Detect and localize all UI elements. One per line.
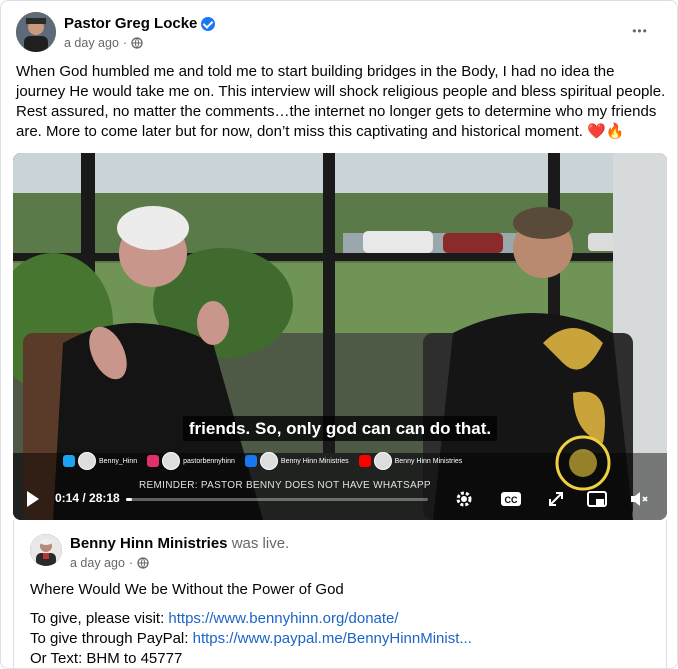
video-player[interactable]: friends. So, only god can can do that. B… [13,153,667,520]
meta-separator: · [128,556,134,570]
shared-meta: a day ago · [70,556,149,570]
avatar-thumb [162,452,181,470]
social-handle-label: Benny Hinn Ministries [280,457,349,465]
social-handle: Benny Hinn Ministries [244,452,349,470]
social-handle-label: pastorbennyhinn [183,457,235,465]
youtube-icon [358,455,371,467]
give-label: To give, please visit: [30,610,169,627]
social-handle-label: Benny_Hinn [99,457,138,465]
paypal-line: To give through PayPal: https://www.payp… [30,629,472,649]
social-handle: Benny_Hinn [63,452,137,470]
shared-timestamp[interactable]: a day ago [70,556,125,570]
meta-separator: · [122,36,128,50]
post-timestamp[interactable]: a day ago [64,36,119,50]
author-name-row: Pastor Greg Locke [64,15,216,32]
paypal-link[interactable]: https://www.paypal.me/BennyHinnMinist... [193,630,472,647]
give-line: To give, please visit: https://www.benny… [30,609,472,629]
post-meta: a day ago · [64,36,143,50]
shared-author-avatar[interactable] [30,534,62,566]
avatar-thumb [259,452,278,470]
avatar-thumb [373,452,392,470]
settings-gear-icon[interactable] [453,488,475,510]
globe-icon [131,37,143,49]
text-line: Or Text: BHM to 45777 [30,650,183,667]
shared-author-line: Benny Hinn Ministries was live. [70,535,289,552]
post-body-text: When God humbled me and told me to start… [16,63,666,140]
closed-captions-icon[interactable]: CC [500,488,522,510]
shared-live-status: was live. [231,535,290,552]
twitter-icon [63,455,75,467]
play-button[interactable] [27,491,39,507]
shared-post[interactable]: Benny Hinn Ministries was live. a day ag… [13,520,667,668]
shared-title: Where Would We be Without the Power of G… [30,581,344,598]
author-avatar[interactable] [16,12,56,52]
expand-icon[interactable] [545,488,567,510]
subtitle-text: friends. So, only god can can do that. [182,416,498,441]
globe-icon [137,557,149,569]
more-options-button[interactable]: ••• [625,16,655,46]
instagram-icon [147,455,160,467]
social-handle-label: Benny Hinn Ministries [394,457,463,465]
video-timecode: 0:14 / 28:18 [55,491,120,505]
pip-icon[interactable] [586,488,608,510]
verified-badge-icon [201,16,216,31]
donate-link[interactable]: https://www.bennyhinn.org/donate/ [168,610,398,627]
svg-text:CC: CC [505,495,518,505]
facebook-icon [244,455,257,467]
mute-icon[interactable] [628,488,650,510]
shared-author-name[interactable]: Benny Hinn Ministries [70,535,228,552]
video-subtitle: friends. So, only god can can do that. [13,416,667,441]
post-card: Pastor Greg Locke a day ago · ••• When G… [0,0,678,669]
video-progress-bar[interactable] [126,498,428,501]
more-dots-icon: ••• [632,24,648,38]
social-handle: Benny Hinn Ministries [358,452,463,470]
paypal-label: To give through PayPal: [30,630,193,647]
post-header: Pastor Greg Locke a day ago · ••• [16,12,667,56]
social-handles-bar: Benny_Hinn pastorbennyhinn Benny Hinn Mi… [63,452,462,470]
avatar-thumb [78,452,96,470]
author-name[interactable]: Pastor Greg Locke [64,15,197,32]
shared-description: To give, please visit: https://www.benny… [30,609,472,668]
video-progress-fill [126,498,133,501]
social-handle: pastorbennyhinn [147,452,235,470]
video-controls: 0:14 / 28:18 CC [13,480,667,520]
